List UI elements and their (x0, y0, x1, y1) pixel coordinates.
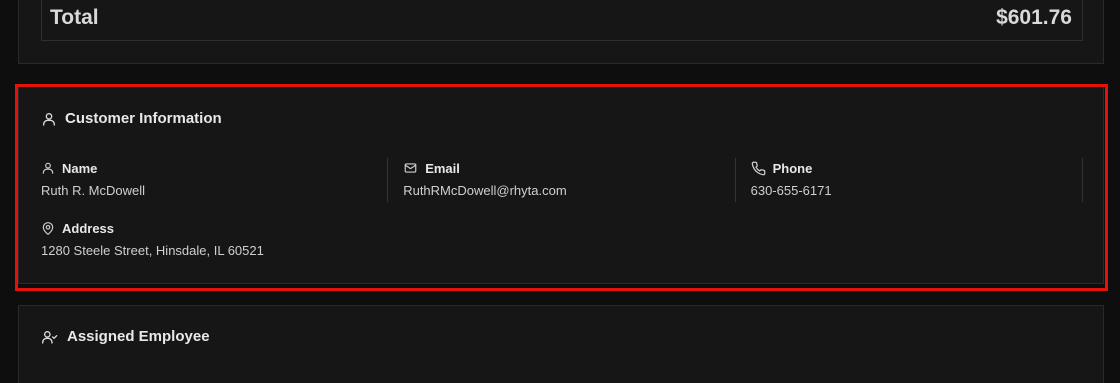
name-label-text: Name (62, 160, 98, 176)
phone-icon (751, 161, 766, 176)
phone-field: Phone 630-655-6171 (736, 158, 1084, 202)
name-value: Ruth R. McDowell (41, 183, 146, 198)
total-label: Total (50, 5, 99, 29)
assigned-employee-card: Assigned Employee (18, 305, 1104, 383)
user-icon (41, 111, 57, 127)
customer-fields-row: Name Ruth R. McDowell Email RuthRMcDowel… (41, 158, 1084, 202)
address-field: Address 1280 Steele Street, Hinsdale, IL… (41, 218, 264, 259)
assigned-employee-header: Assigned Employee (41, 328, 210, 345)
address-value: 1280 Steele Street, Hinsdale, IL 60521 (41, 243, 264, 258)
customer-information-card: Customer Information Name Ruth R. McDowe… (18, 85, 1104, 284)
address-label: Address (41, 218, 264, 238)
phone-label-text: Phone (772, 160, 813, 176)
customer-information-header: Customer Information (41, 110, 222, 127)
email-value[interactable]: RuthRMcDowell@rhyta.com (403, 183, 734, 198)
user-icon (41, 161, 55, 175)
mail-icon (403, 161, 418, 175)
email-field: Email RuthRMcDowell@rhyta.com (388, 158, 736, 202)
email-label-text: Email (425, 160, 460, 176)
total-row: Total $601.76 (41, 0, 1083, 41)
order-detail-page: Total $601.76 Customer Information Name … (0, 0, 1120, 383)
assigned-employee-title: Assigned Employee (67, 328, 210, 345)
name-label: Name (41, 158, 387, 178)
user-check-icon (41, 329, 59, 345)
email-label: Email (403, 158, 734, 178)
phone-value[interactable]: 630-655-6171 (751, 183, 1082, 198)
customer-information-title: Customer Information (65, 110, 222, 127)
name-field: Name Ruth R. McDowell (41, 158, 389, 202)
phone-label: Phone (751, 158, 1082, 178)
order-summary-card: Total $601.76 (18, 0, 1104, 64)
total-value: $601.76 (996, 5, 1072, 29)
address-label-text: Address (62, 220, 115, 236)
map-pin-icon (41, 221, 55, 236)
